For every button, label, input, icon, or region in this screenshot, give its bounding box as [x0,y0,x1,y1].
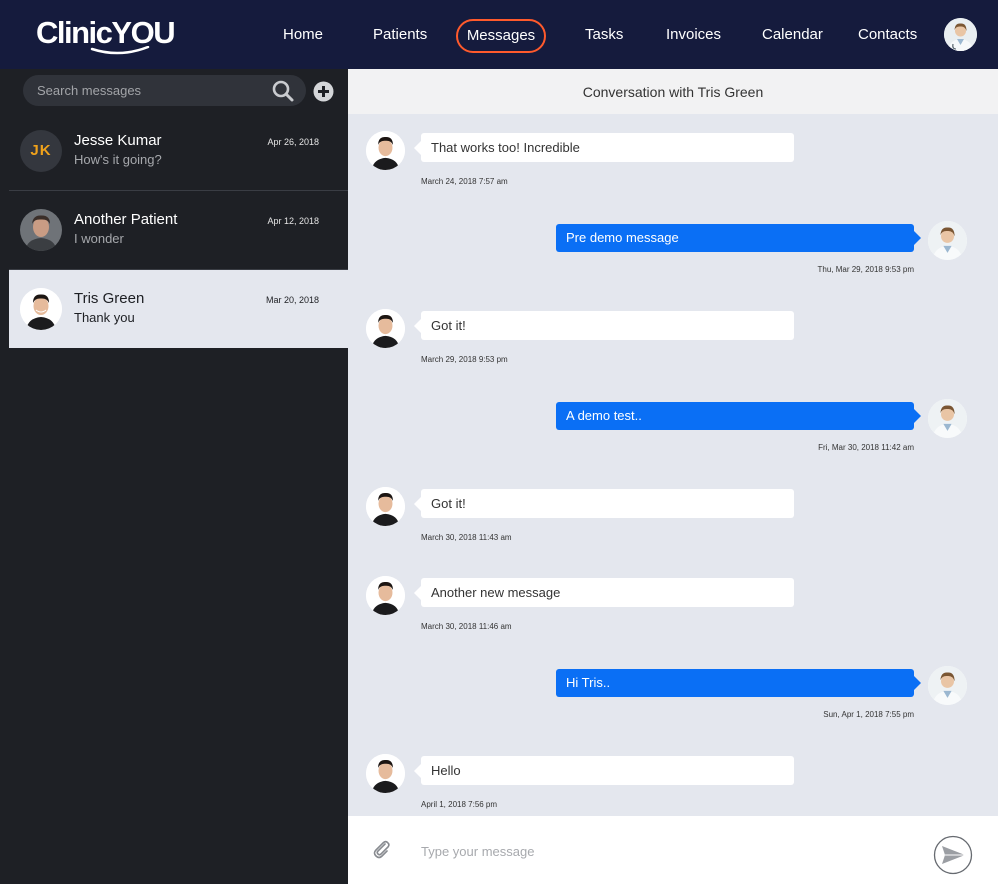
conversation-name: Tris Green [74,290,145,307]
avatar-initials: JK [20,130,62,172]
patient-avatar-icon [20,288,62,330]
nav-invoices[interactable]: Invoices [666,26,721,44]
message-bubble-incoming: Hello [414,756,794,785]
message-composer [348,816,998,884]
patient-avatar [366,309,405,348]
message-bubble-incoming: That works too! Incredible [414,133,794,162]
patient-avatar [366,131,405,170]
nav-messages[interactable]: Messages [456,19,546,53]
search-input[interactable] [37,75,267,106]
paperclip-icon[interactable] [372,839,392,859]
message-bubble-outgoing: A demo test.. [556,402,921,430]
patient-avatar-icon [366,576,405,615]
conversation-item-jesse-kumar[interactable]: JK Jesse Kumar How's it going? Apr 26, 2… [9,112,348,191]
logo-text: ClinicYOU [36,15,176,50]
conversation-date: Apr 12, 2018 [267,216,319,226]
patient-avatar-icon [366,131,405,170]
conversation-item-another-patient[interactable]: Another Patient I wonder Apr 12, 2018 [9,191,348,270]
patient-avatar [366,754,405,793]
conversation-preview: How's it going? [74,152,162,167]
patient-avatar [366,576,405,615]
patient-avatar-icon [366,487,405,526]
message-bubble-outgoing: Hi Tris.. [556,669,921,697]
message-bubble-incoming: Got it! [414,311,794,340]
logo-swoosh-icon [90,46,150,55]
message-bubble-outgoing: Pre demo message [556,224,921,252]
conversation-name: Jesse Kumar [74,132,162,149]
conversation-date: Apr 26, 2018 [267,137,319,147]
conversation-sidebar: JK Jesse Kumar How's it going? Apr 26, 2… [0,69,348,884]
patient-avatar [366,487,405,526]
avatar [20,288,62,330]
search-box [23,75,306,106]
conversation-preview: Thank you [74,310,135,325]
nav-tasks[interactable]: Tasks [585,26,623,44]
doctor-avatar-icon [928,221,967,260]
doctor-avatar [928,399,967,438]
clinicyou-logo[interactable]: ClinicYOU [36,15,176,55]
message-input[interactable] [421,840,901,862]
user-avatar[interactable] [944,18,977,51]
message-timestamp: Fri, Mar 30, 2018 11:42 am [818,443,914,452]
nav-contacts[interactable]: Contacts [858,26,917,44]
doctor-avatar-icon [928,399,967,438]
patient-avatar-icon [366,309,405,348]
patient-avatar-icon [20,209,62,251]
nav-patients[interactable]: Patients [373,26,427,44]
search-icon[interactable] [271,79,295,103]
avatar [20,209,62,251]
doctor-avatar [928,221,967,260]
nav-home[interactable]: Home [283,26,323,44]
message-timestamp: Thu, Mar 29, 2018 9:53 pm [817,265,915,274]
conversation-title: Conversation with Tris Green [348,69,998,114]
message-timestamp: March 30, 2018 11:46 am [421,622,512,631]
conversation-pane: Conversation with Tris Green That works … [348,69,998,884]
doctor-avatar [928,666,967,705]
conversation-name: Another Patient [74,211,178,228]
conversation-preview: I wonder [74,231,124,246]
message-timestamp: Sun, Apr 1, 2018 7:55 pm [823,710,914,719]
message-timestamp: March 30, 2018 11:43 am [421,533,512,542]
conversation-item-tris-green[interactable]: Tris Green Thank you Mar 20, 2018 [9,270,348,348]
message-timestamp: March 24, 2018 7:57 am [421,177,508,186]
plus-circle-icon[interactable] [313,81,334,102]
patient-avatar-icon [366,754,405,793]
message-bubble-incoming: Got it! [414,489,794,518]
message-bubble-incoming: Another new message [414,578,794,607]
doctor-avatar-icon [928,666,967,705]
send-icon[interactable] [933,835,973,875]
nav-calendar[interactable]: Calendar [762,26,823,44]
message-timestamp: March 29, 2018 9:53 pm [421,355,508,364]
conversation-date: Mar 20, 2018 [265,295,319,305]
message-timestamp: April 1, 2018 7:56 pm [421,800,498,809]
doctor-avatar-icon [944,18,977,51]
top-nav: ClinicYOU Home Patients Messages Tasks I… [0,0,998,69]
